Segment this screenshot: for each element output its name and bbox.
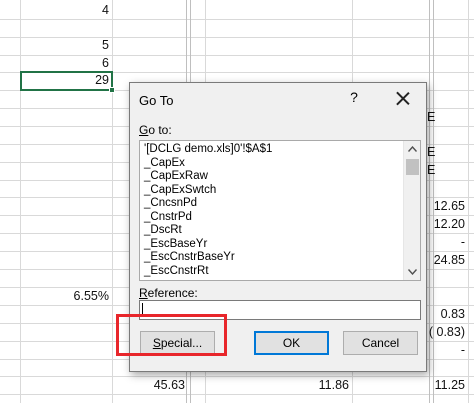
cell-value[interactable]: E (427, 144, 439, 161)
cell-value[interactable]: 5 (20, 37, 109, 54)
list-item[interactable]: _EscBaseYr (144, 238, 207, 252)
list-item[interactable]: _CapEx (144, 157, 185, 171)
list-item[interactable]: _CnstrPd (144, 211, 192, 225)
reference-label: Reference: (139, 286, 198, 300)
goto-listbox[interactable]: '[DCLG demo.xls]0'!$A$1 _CapEx _CapExRaw… (139, 140, 421, 281)
cell-value[interactable]: 6 (20, 55, 109, 72)
chevron-down-icon[interactable] (404, 264, 420, 280)
list-item[interactable]: _EscCnstrRt (144, 265, 209, 279)
goto-label: Go to: (139, 123, 172, 137)
cell-value[interactable]: E (427, 162, 439, 179)
list-item[interactable]: _EscCnstrBaseYr (144, 251, 235, 265)
scroll-thumb[interactable] (406, 159, 419, 175)
ok-button[interactable]: OK (254, 331, 329, 355)
cancel-button[interactable]: Cancel (343, 331, 418, 355)
highlight-box (116, 314, 227, 356)
grid-line (0, 394, 474, 395)
grid-line (112, 0, 113, 403)
list-item[interactable]: _CapExSwtch (144, 184, 216, 198)
cell-value[interactable]: 11.86 (280, 377, 349, 394)
close-icon[interactable] (391, 87, 415, 111)
help-button[interactable]: ? (345, 89, 363, 109)
chevron-up-icon[interactable] (404, 141, 420, 157)
cell-value[interactable]: 11.25 (395, 377, 465, 394)
cell-value[interactable]: E (427, 109, 439, 126)
cell-value[interactable]: 6.55% (20, 288, 109, 305)
list-item[interactable]: '[DCLG demo.xls]0'!$A$1 (144, 143, 272, 157)
active-cell-border (20, 71, 113, 91)
cell-value[interactable]: 4 (20, 2, 109, 19)
fill-handle[interactable] (109, 87, 115, 93)
list-item[interactable]: _CapExRaw (144, 170, 208, 184)
cell-value[interactable]: 45.63 (120, 377, 185, 394)
vertical-scrollbar[interactable] (403, 141, 420, 280)
grid-line (0, 19, 474, 20)
dialog-title: Go To (139, 93, 174, 108)
list-item[interactable]: _CncsnPd (144, 197, 197, 211)
grid-line (468, 0, 469, 403)
list-item[interactable]: _DscRt (144, 224, 182, 238)
